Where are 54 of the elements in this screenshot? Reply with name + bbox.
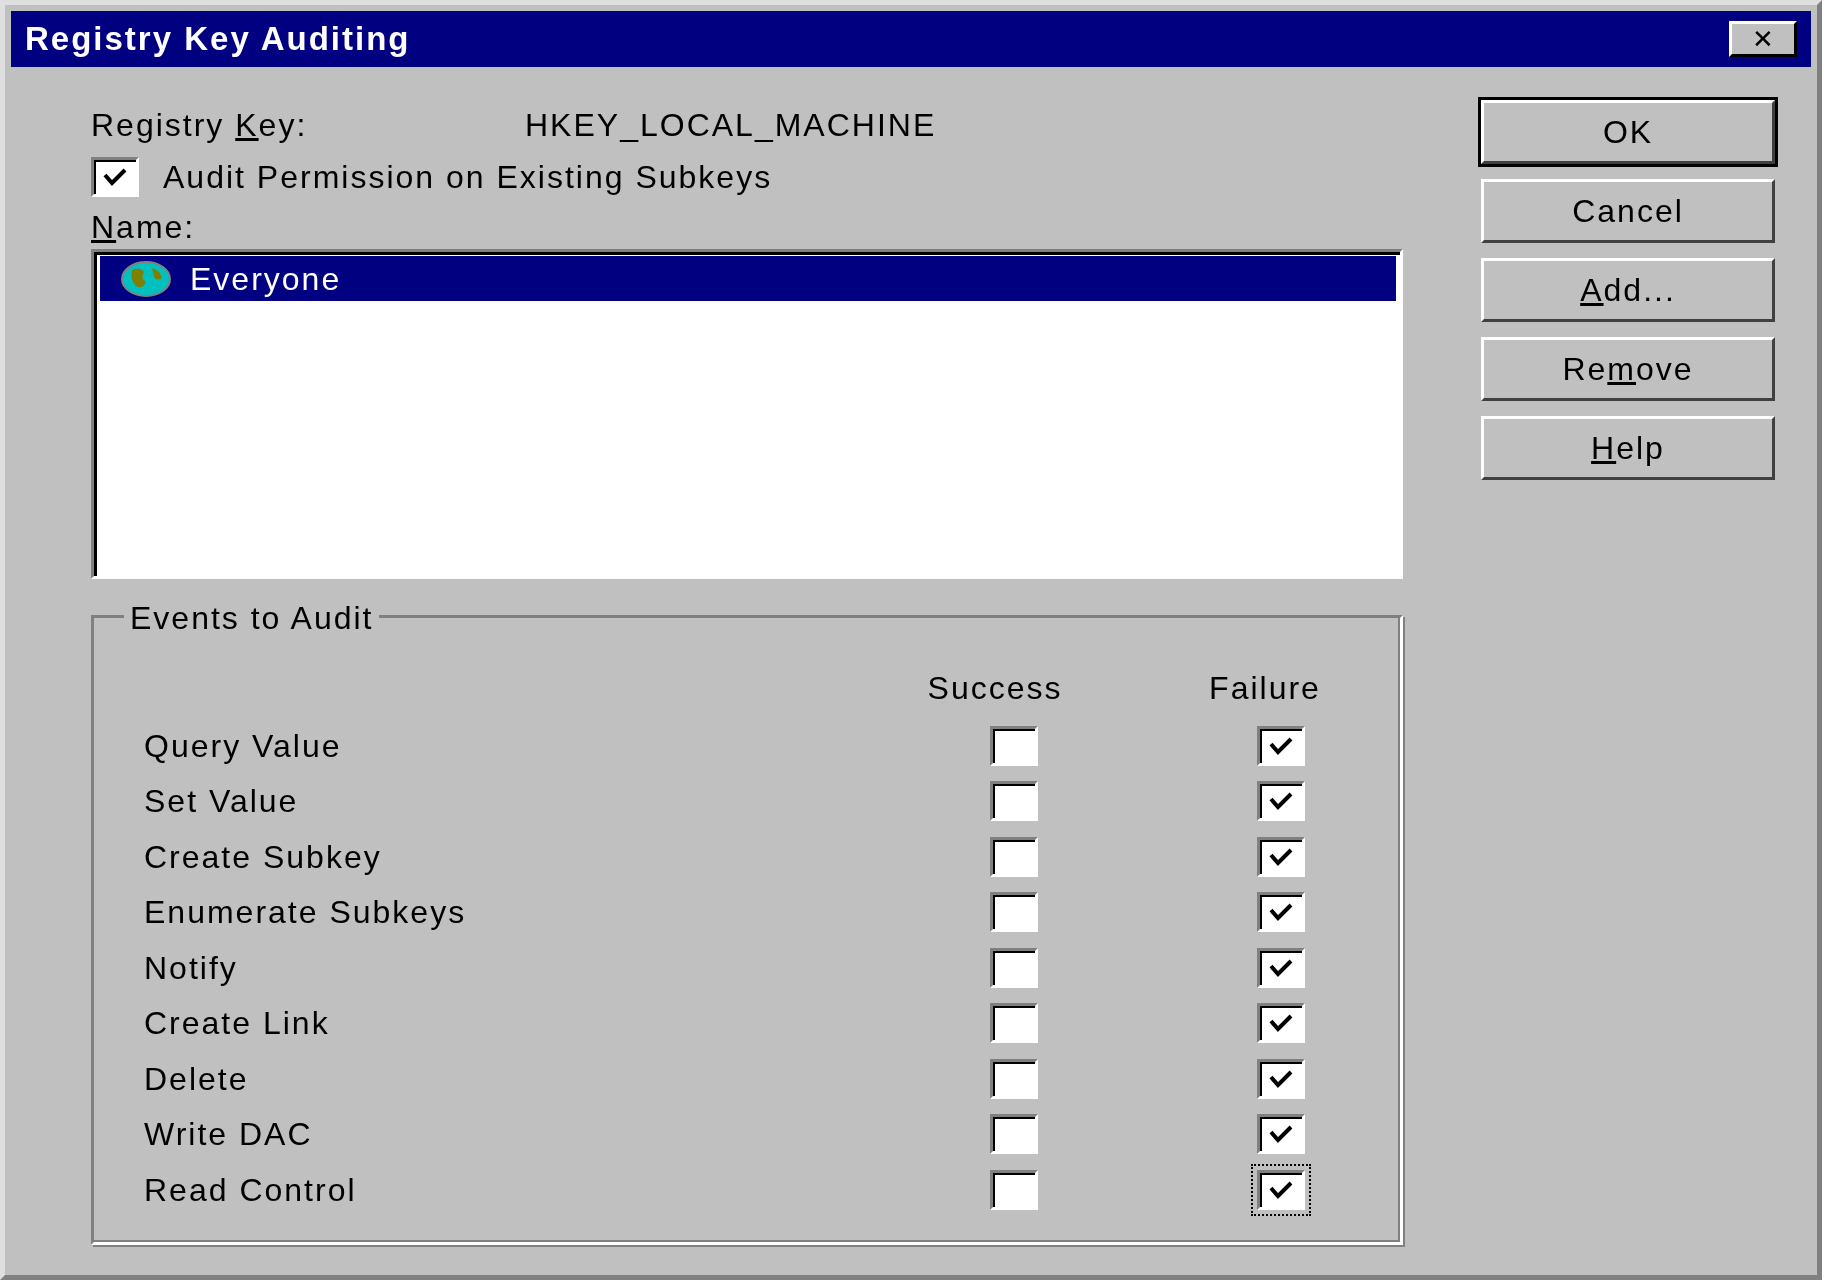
- name-label: Name:: [91, 208, 197, 247]
- success-checkbox[interactable]: [989, 1169, 1038, 1210]
- check-icon: [1267, 791, 1294, 812]
- check-icon: [1267, 846, 1294, 867]
- registry-key-label: Registry Key:: [91, 106, 309, 145]
- globe-icon: [120, 259, 172, 298]
- audit-subkeys-checkbox[interactable]: [91, 157, 139, 197]
- event-label: Read Control: [144, 1170, 358, 1210]
- success-checkbox[interactable]: [989, 1058, 1038, 1099]
- name-list-item[interactable]: Everyone: [100, 256, 1396, 301]
- success-checkbox[interactable]: [989, 947, 1038, 988]
- check-icon: [1267, 735, 1294, 756]
- failure-checkbox[interactable]: [1256, 1114, 1305, 1155]
- success-checkbox[interactable]: [989, 725, 1038, 766]
- dialog-button[interactable]: Add...: [1481, 258, 1775, 322]
- success-checkbox[interactable]: [989, 781, 1038, 822]
- dialog-button[interactable]: Cancel: [1481, 179, 1775, 243]
- failure-checkbox[interactable]: [1256, 1169, 1305, 1210]
- event-label: Delete: [144, 1059, 250, 1099]
- audit-subkeys-label: Audit Permission on Existing Subkeys: [163, 158, 773, 197]
- check-icon: [1267, 1179, 1294, 1200]
- dialog-button[interactable]: Remove: [1481, 337, 1775, 401]
- failure-checkbox[interactable]: [1256, 781, 1305, 822]
- failure-checkbox[interactable]: [1256, 836, 1305, 877]
- event-label: Set Value: [144, 782, 300, 822]
- name-list-item-label: Everyone: [190, 259, 342, 299]
- column-header: Failure: [1208, 669, 1322, 708]
- failure-checkbox[interactable]: [1256, 892, 1305, 933]
- failure-checkbox[interactable]: [1256, 947, 1305, 988]
- check-icon: [102, 167, 128, 187]
- check-icon: [1267, 957, 1294, 978]
- event-label: Create Link: [144, 1004, 331, 1044]
- dialog-button[interactable]: OK: [1481, 100, 1775, 164]
- failure-checkbox[interactable]: [1256, 725, 1305, 766]
- column-header: Success: [926, 669, 1064, 708]
- success-checkbox[interactable]: [989, 892, 1038, 933]
- event-label: Write DAC: [144, 1115, 314, 1155]
- event-label: Create Subkey: [144, 837, 383, 877]
- check-icon: [1267, 1013, 1294, 1034]
- check-icon: [1267, 1068, 1294, 1089]
- failure-checkbox[interactable]: [1256, 1003, 1305, 1044]
- event-label: Enumerate Subkeys: [144, 893, 468, 933]
- window-title: Registry Key Auditing: [25, 19, 411, 60]
- event-label: Notify: [144, 948, 239, 988]
- check-icon: [1267, 1124, 1294, 1145]
- close-button[interactable]: ✕: [1729, 21, 1797, 57]
- success-checkbox[interactable]: [989, 1003, 1038, 1044]
- registry-key-value: HKEY_LOCAL_MACHINE: [525, 106, 937, 145]
- failure-checkbox[interactable]: [1256, 1058, 1305, 1099]
- dialog-button[interactable]: Help: [1481, 416, 1775, 480]
- event-label: Query Value: [144, 726, 343, 766]
- success-checkbox[interactable]: [989, 836, 1038, 877]
- success-checkbox[interactable]: [989, 1114, 1038, 1155]
- check-icon: [1267, 902, 1294, 923]
